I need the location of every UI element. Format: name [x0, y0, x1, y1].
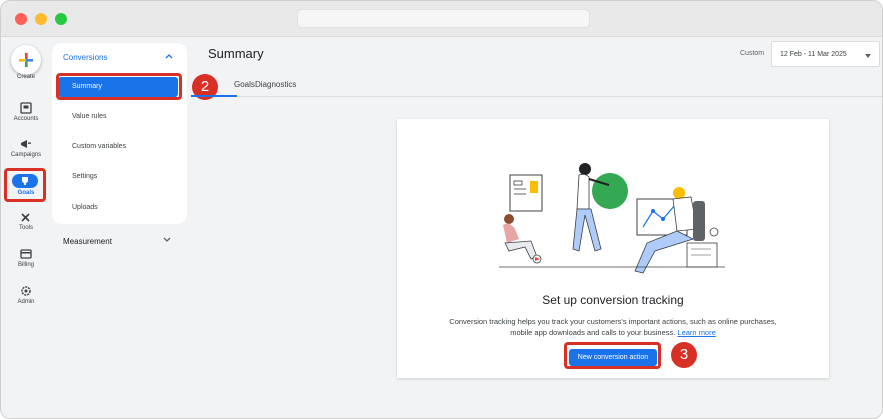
empty-state-card: Set up conversion tracking Conversion tr… [397, 119, 829, 378]
highlight-summary [56, 73, 182, 100]
empty-state-description: Conversion tracking helps you track your… [427, 316, 799, 338]
tab-goals-indicator [191, 95, 237, 97]
campaigns-label: Campaigns [10, 152, 42, 158]
learn-more-link[interactable]: Learn more [677, 328, 715, 337]
title-bar [1, 1, 882, 37]
highlight-new-conversion [564, 342, 661, 369]
description-line-2: mobile app downloads and calls to your b… [510, 328, 676, 337]
billing-label: Billing [17, 262, 34, 268]
date-range-value: 12 Feb - 11 Mar 2025 [780, 51, 847, 58]
rail-item-admin[interactable]: Admin [1, 285, 51, 305]
create-button[interactable] [11, 45, 41, 75]
credit-card-icon [20, 249, 32, 259]
rail-item-tools[interactable]: Tools [1, 211, 51, 231]
rail-create-label-wrap: Create [1, 74, 51, 80]
nav-item-value-rules[interactable]: Value rules [72, 113, 107, 120]
minimize-window-button[interactable] [35, 13, 47, 25]
create-label: Create [16, 74, 35, 80]
nav-item-uploads[interactable]: Uploads [72, 204, 98, 211]
tab-diagnostics[interactable]: Diagnostics [255, 80, 296, 89]
date-preset-label: Custom [740, 50, 765, 57]
accounts-icon [20, 102, 32, 114]
chevron-down-icon[interactable] [163, 237, 171, 243]
accounts-label: Accounts [13, 116, 39, 122]
nav-section-conversions[interactable]: Conversions [63, 53, 107, 62]
megaphone-icon [21, 140, 31, 148]
tools-label: Tools [18, 225, 33, 231]
conversions-nav: Conversions Summary Value rules Custom v… [52, 43, 187, 224]
maximize-window-button[interactable] [55, 13, 67, 25]
description-line-1: Conversion tracking helps you track your… [449, 317, 777, 326]
chevron-up-icon[interactable] [165, 53, 173, 59]
conversion-illustration [499, 163, 725, 274]
empty-state-title: Set up conversion tracking [542, 293, 684, 307]
gear-icon [21, 286, 31, 296]
rail-item-billing[interactable]: Billing [1, 248, 51, 268]
address-bar[interactable] [297, 9, 590, 28]
close-window-button[interactable] [15, 13, 27, 25]
highlight-goals [4, 168, 46, 202]
admin-label: Admin [17, 299, 35, 305]
plus-icon [19, 53, 33, 67]
step-badge-3: 3 [671, 342, 697, 368]
tools-icon [21, 213, 30, 222]
tab-goals[interactable]: Goals [234, 80, 255, 89]
nav-section-measurement[interactable]: Measurement [63, 237, 112, 246]
app-window: Create Accounts Campaigns Goals Tools Bi… [0, 0, 883, 419]
date-range-picker[interactable]: 12 Feb - 11 Mar 2025 [771, 41, 880, 67]
dropdown-caret-icon [865, 54, 871, 58]
tab-bar: Goals Diagnostics [191, 75, 882, 97]
rail-item-campaigns[interactable]: Campaigns [1, 138, 51, 158]
nav-item-custom-variables[interactable]: Custom variables [72, 143, 126, 150]
left-rail: Create Accounts Campaigns Goals Tools Bi… [1, 38, 51, 418]
rail-item-accounts[interactable]: Accounts [1, 102, 51, 122]
nav-item-settings[interactable]: Settings [72, 173, 97, 180]
page-title: Summary [208, 46, 264, 61]
